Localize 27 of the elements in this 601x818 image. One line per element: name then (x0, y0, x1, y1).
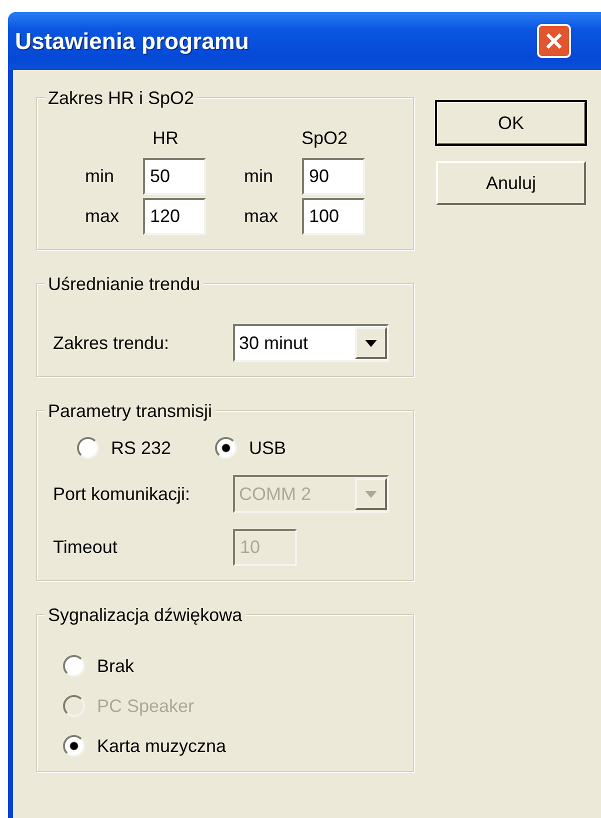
field-label: Zakres trendu: (53, 332, 170, 354)
dropdown[interactable]: 30 minut (233, 324, 389, 362)
radio-label: RS 232 (111, 438, 172, 458)
dialog-button[interactable]: OK (436, 101, 586, 145)
close-button[interactable] (537, 24, 571, 58)
radio-button[interactable] (77, 437, 99, 459)
input-field[interactable]: 50 (143, 158, 206, 195)
dialog-button[interactable]: Anuluj (436, 161, 586, 205)
field-label: Timeout (53, 537, 118, 558)
column-header: SpO2 (301, 128, 348, 149)
radio-button[interactable] (63, 655, 85, 677)
radio-label: PC Speaker (97, 696, 194, 716)
field-label: max (85, 206, 120, 227)
field-label: Port komunikacji: (53, 484, 192, 504)
column-header: HR (152, 128, 178, 149)
radio-label: Karta muzyczna (97, 736, 226, 756)
radio-label: Brak (97, 656, 134, 676)
field-label: max (244, 206, 280, 227)
field-label: min (244, 166, 274, 187)
window-title: Ustawienia programu (15, 28, 249, 54)
input-field[interactable]: 90 (302, 158, 365, 195)
field-label: min (85, 166, 116, 187)
radio-button[interactable] (215, 437, 238, 459)
input-field[interactable]: 100 (302, 198, 365, 235)
radio-button[interactable] (63, 735, 85, 757)
radio-label: USB (249, 438, 286, 458)
input-field[interactable]: 120 (143, 198, 206, 235)
